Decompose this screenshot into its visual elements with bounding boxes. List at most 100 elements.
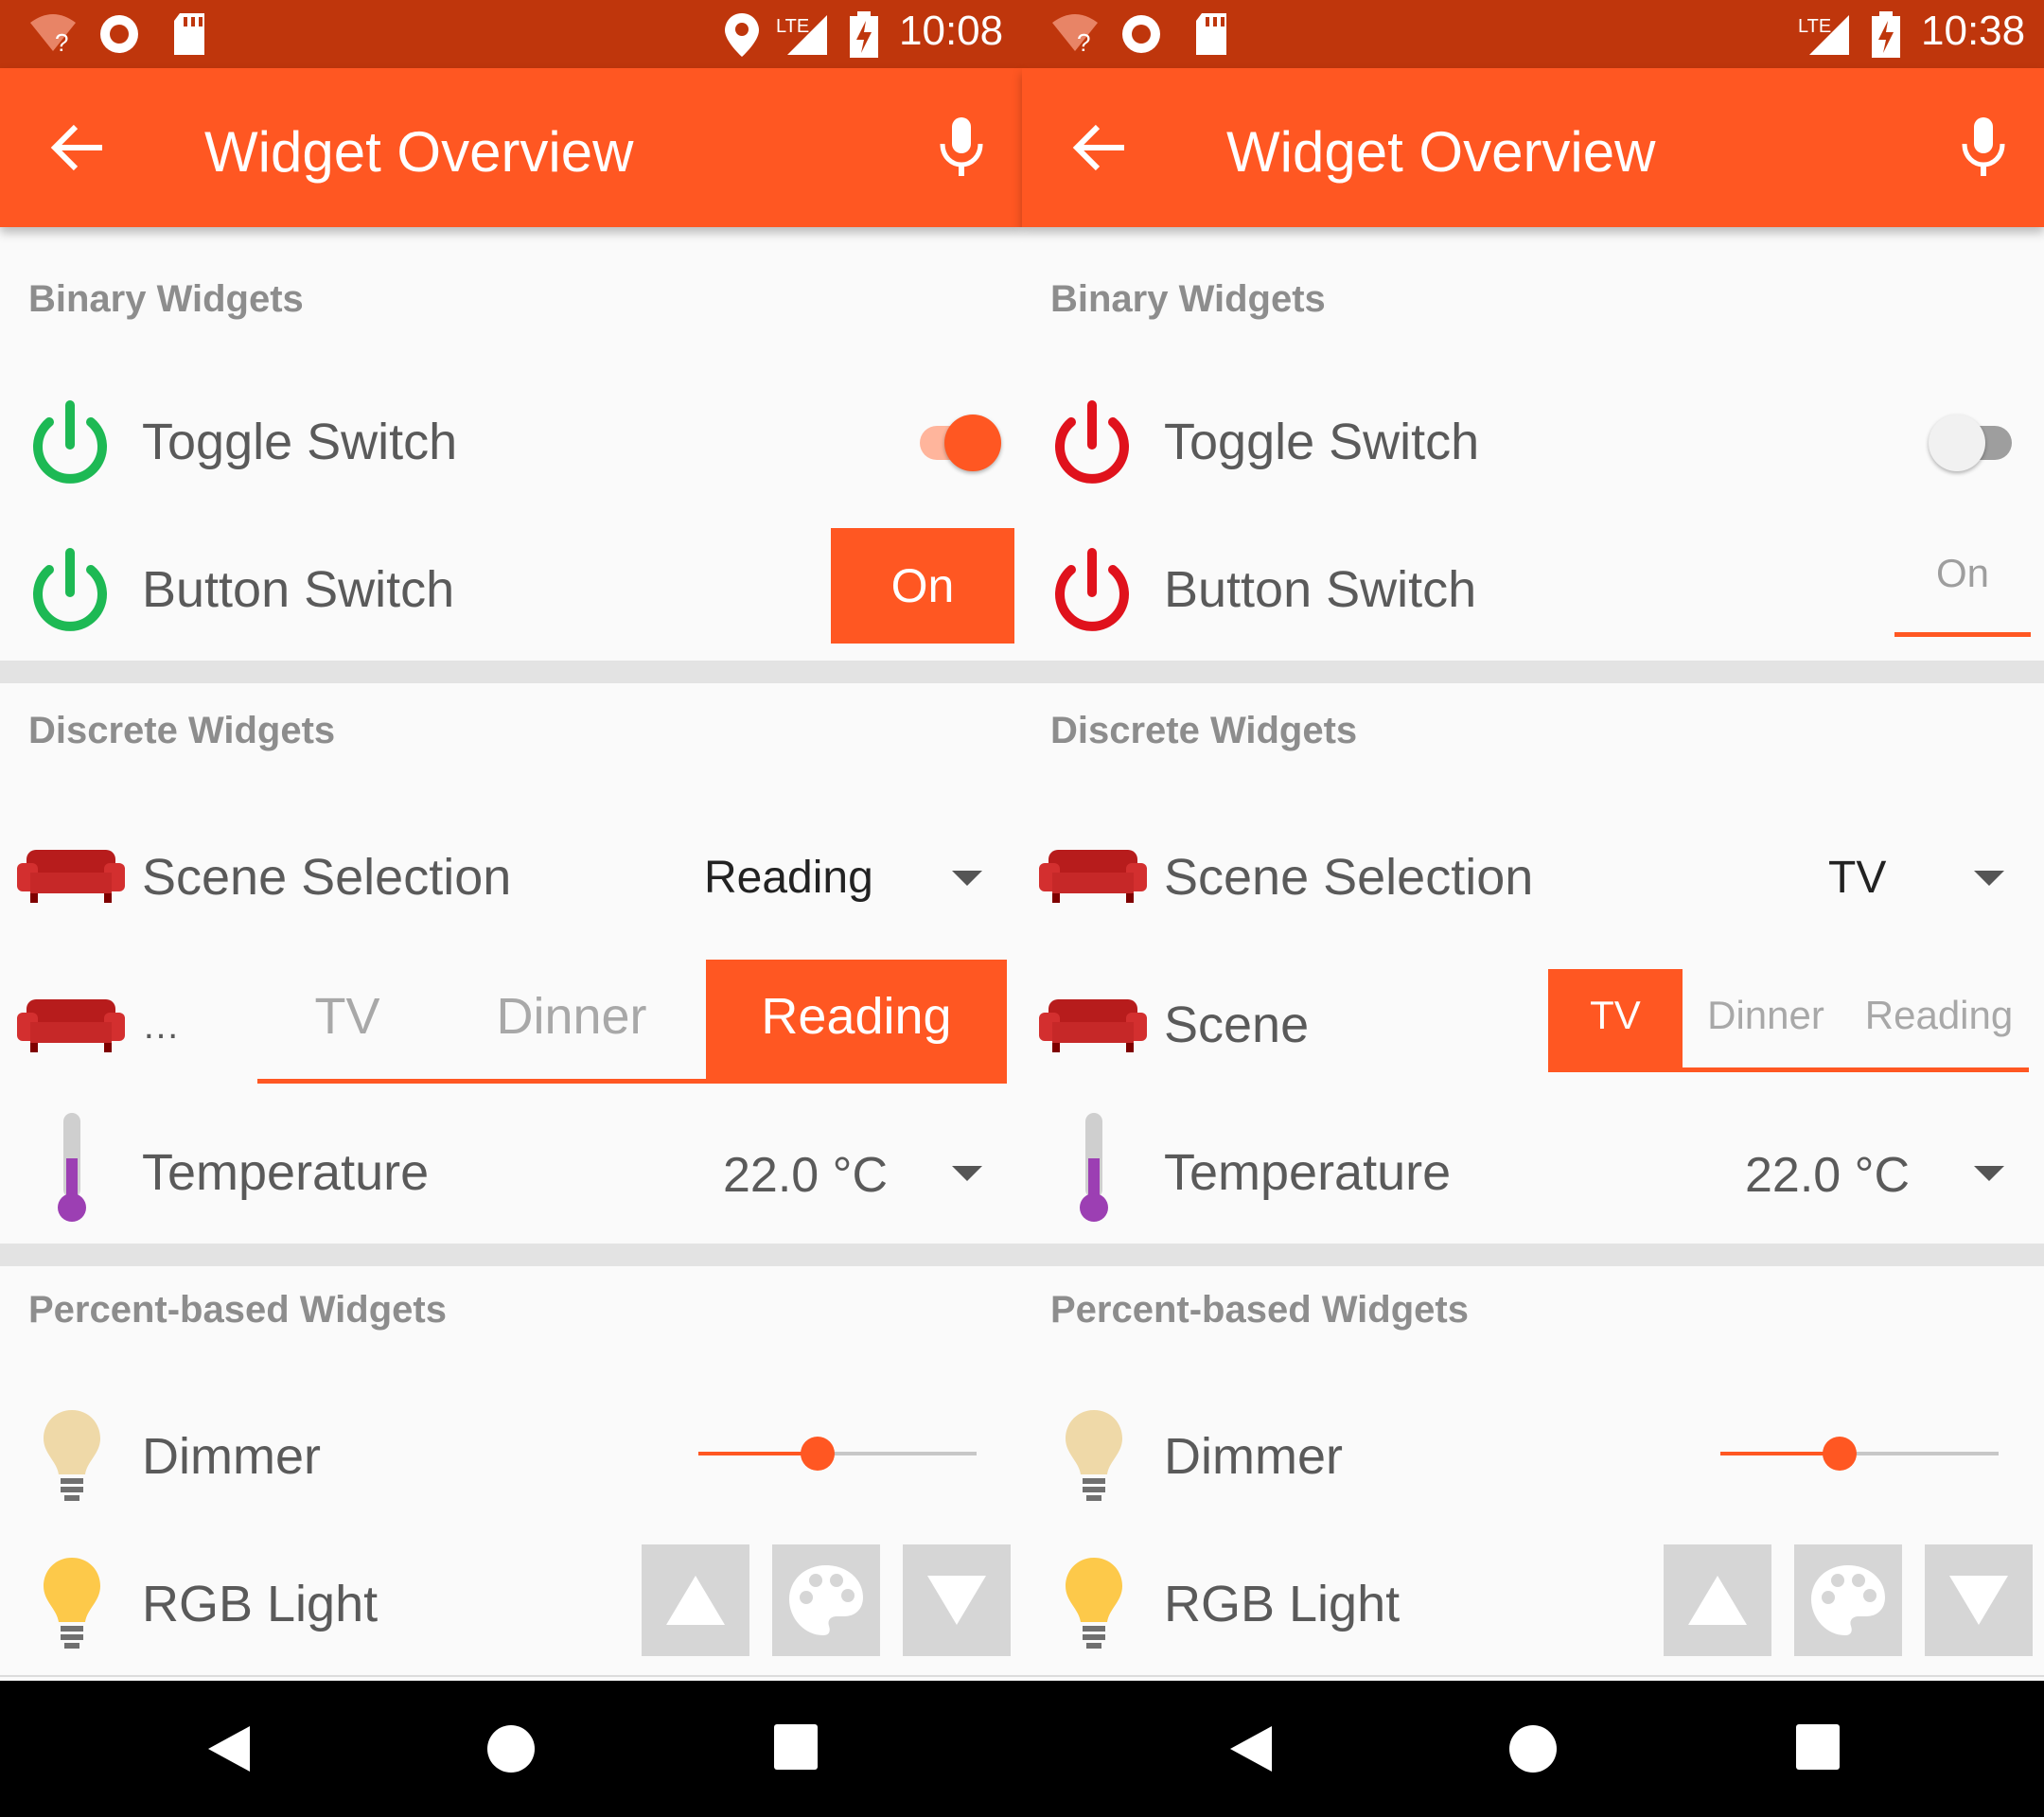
page-title: Widget Overview bbox=[1226, 120, 1656, 184]
increase-button[interactable] bbox=[1664, 1544, 1771, 1656]
color-picker-button[interactable] bbox=[772, 1544, 880, 1656]
rgb-light-label: RGB Light bbox=[1164, 1576, 1401, 1632]
dimmer-slider[interactable] bbox=[698, 1437, 977, 1471]
scene-option-tv[interactable]: TV bbox=[1548, 969, 1683, 1067]
toggle-switch-label: Toggle Switch bbox=[1164, 414, 1480, 470]
temperature-label: Temperature bbox=[1164, 1144, 1452, 1201]
dropdown-caret-icon[interactable] bbox=[1974, 871, 2004, 886]
dropdown-caret-icon[interactable] bbox=[1974, 1166, 2004, 1181]
section-title-binary: Binary Widgets bbox=[28, 278, 304, 320]
nav-home-icon[interactable] bbox=[485, 1722, 537, 1775]
toggle-switch[interactable] bbox=[907, 411, 1001, 471]
microphone-icon[interactable] bbox=[1961, 115, 2006, 178]
color-picker-button[interactable] bbox=[1794, 1544, 1902, 1656]
record-icon bbox=[1122, 15, 1160, 53]
thermometer-icon bbox=[1080, 1113, 1108, 1222]
sofa-icon bbox=[17, 850, 125, 903]
back-arrow-icon[interactable] bbox=[49, 121, 106, 174]
section-divider bbox=[1022, 661, 2044, 683]
toggle-switch[interactable] bbox=[1929, 411, 2023, 471]
svg-text:LTE: LTE bbox=[776, 16, 809, 37]
bulb-icon bbox=[44, 1558, 100, 1649]
toggle-switch-row[interactable]: Toggle Switch bbox=[0, 365, 1022, 515]
scene-option-dinner[interactable]: Dinner bbox=[437, 960, 706, 1079]
nav-recents-icon[interactable] bbox=[1794, 1722, 1841, 1772]
rgb-light-label: RGB Light bbox=[142, 1576, 379, 1632]
back-arrow-icon[interactable] bbox=[1071, 121, 1128, 174]
record-icon bbox=[100, 15, 138, 53]
dropdown-caret-icon[interactable] bbox=[952, 1166, 982, 1181]
nav-home-icon[interactable] bbox=[1507, 1722, 1559, 1775]
lte-signal-icon: LTE bbox=[1798, 15, 1849, 55]
toggle-thumb[interactable] bbox=[1929, 415, 1985, 471]
sofa-icon bbox=[1039, 999, 1147, 1052]
temperature-value[interactable]: 22.0 °C bbox=[1745, 1147, 1910, 1204]
battery-charging-icon bbox=[1872, 11, 1900, 58]
dropdown-caret-icon[interactable] bbox=[952, 871, 982, 886]
decrease-button[interactable] bbox=[1925, 1544, 2033, 1656]
slider-knob[interactable] bbox=[1823, 1437, 1858, 1471]
palette-icon bbox=[789, 1565, 863, 1635]
scene-segmented-control: TV Dinner Reading bbox=[257, 960, 1007, 1084]
toggle-switch-row[interactable]: Toggle Switch bbox=[1022, 365, 2044, 515]
slider-knob[interactable] bbox=[801, 1437, 836, 1471]
bulb-icon bbox=[1066, 1558, 1122, 1649]
scene-option-reading[interactable]: Reading bbox=[706, 960, 1007, 1079]
svg-text:?: ? bbox=[1077, 28, 1090, 57]
app-bar: Widget Overview bbox=[1022, 68, 2044, 227]
lte-signal-icon: LTE bbox=[776, 15, 827, 55]
page-title: Widget Overview bbox=[204, 120, 634, 184]
sofa-icon bbox=[17, 999, 125, 1052]
button-switch-label: Button Switch bbox=[142, 561, 455, 618]
scene-option-tv[interactable]: TV bbox=[257, 960, 437, 1079]
system-nav-bar bbox=[0, 1681, 2044, 1817]
app-bar: Widget Overview bbox=[0, 68, 1022, 227]
power-icon bbox=[1055, 548, 1129, 631]
rgb-light-row: RGB Light bbox=[0, 1527, 1022, 1677]
dimmer-slider[interactable] bbox=[1720, 1437, 1999, 1471]
svg-text:LTE: LTE bbox=[1798, 16, 1831, 37]
temperature-value[interactable]: 22.0 °C bbox=[723, 1147, 888, 1204]
section-divider bbox=[1022, 1244, 2044, 1266]
toggle-switch-label: Toggle Switch bbox=[142, 414, 458, 470]
dimmer-label: Dimmer bbox=[1164, 1428, 1343, 1485]
scene-selection-value[interactable]: Reading bbox=[704, 852, 873, 904]
wifi-unknown-icon: ? bbox=[30, 14, 76, 57]
sd-card-icon bbox=[1196, 13, 1226, 55]
section-title-binary: Binary Widgets bbox=[1050, 278, 1326, 320]
scene-option-reading[interactable]: Reading bbox=[1849, 969, 2029, 1067]
toggle-thumb[interactable] bbox=[944, 415, 1001, 471]
nav-recents-icon[interactable] bbox=[772, 1722, 819, 1772]
status-bar: ? LTE 10:08 bbox=[0, 0, 1022, 68]
scene-option-dinner[interactable]: Dinner bbox=[1683, 969, 1849, 1067]
button-switch-row: Button Switch On bbox=[0, 513, 1022, 662]
rgb-light-row: RGB Light bbox=[1022, 1527, 2044, 1677]
phone-comparison: ? LTE 10:08 Widget Overview Binary Widge… bbox=[0, 0, 2044, 1817]
bulb-icon bbox=[1066, 1410, 1122, 1501]
on-button[interactable]: On bbox=[1894, 528, 2031, 637]
scene-selection-value[interactable]: TV bbox=[1828, 852, 1886, 904]
temperature-row[interactable]: Temperature 22.0 °C bbox=[1022, 1096, 2044, 1245]
decrease-button[interactable] bbox=[903, 1544, 1011, 1656]
scene-selection-label: Scene Selection bbox=[142, 849, 512, 906]
thermometer-icon bbox=[58, 1113, 86, 1222]
battery-charging-icon bbox=[850, 11, 878, 58]
increase-button[interactable] bbox=[642, 1544, 749, 1656]
power-icon bbox=[33, 548, 107, 631]
temperature-row[interactable]: Temperature 22.0 °C bbox=[0, 1096, 1022, 1245]
scene-segmented-control: TV Dinner Reading bbox=[1548, 969, 2029, 1072]
nav-back-icon[interactable] bbox=[1226, 1722, 1276, 1775]
status-bar: ? LTE 10:38 bbox=[1022, 0, 2044, 68]
on-button[interactable]: On bbox=[831, 528, 1014, 644]
power-icon bbox=[1055, 400, 1129, 484]
scene-selection-row[interactable]: Scene Selection Reading bbox=[0, 801, 1022, 950]
scene-selection-row[interactable]: Scene Selection TV bbox=[1022, 801, 2044, 950]
section-title-discrete: Discrete Widgets bbox=[1050, 710, 1358, 751]
section-title-percent: Percent-based Widgets bbox=[1050, 1289, 1469, 1331]
down-arrow-icon bbox=[927, 1576, 986, 1625]
power-icon bbox=[33, 400, 107, 484]
nav-back-icon[interactable] bbox=[204, 1722, 254, 1775]
button-switch-label: Button Switch bbox=[1164, 561, 1477, 618]
microphone-icon[interactable] bbox=[939, 115, 984, 178]
clock: 10:08 bbox=[899, 8, 1004, 54]
